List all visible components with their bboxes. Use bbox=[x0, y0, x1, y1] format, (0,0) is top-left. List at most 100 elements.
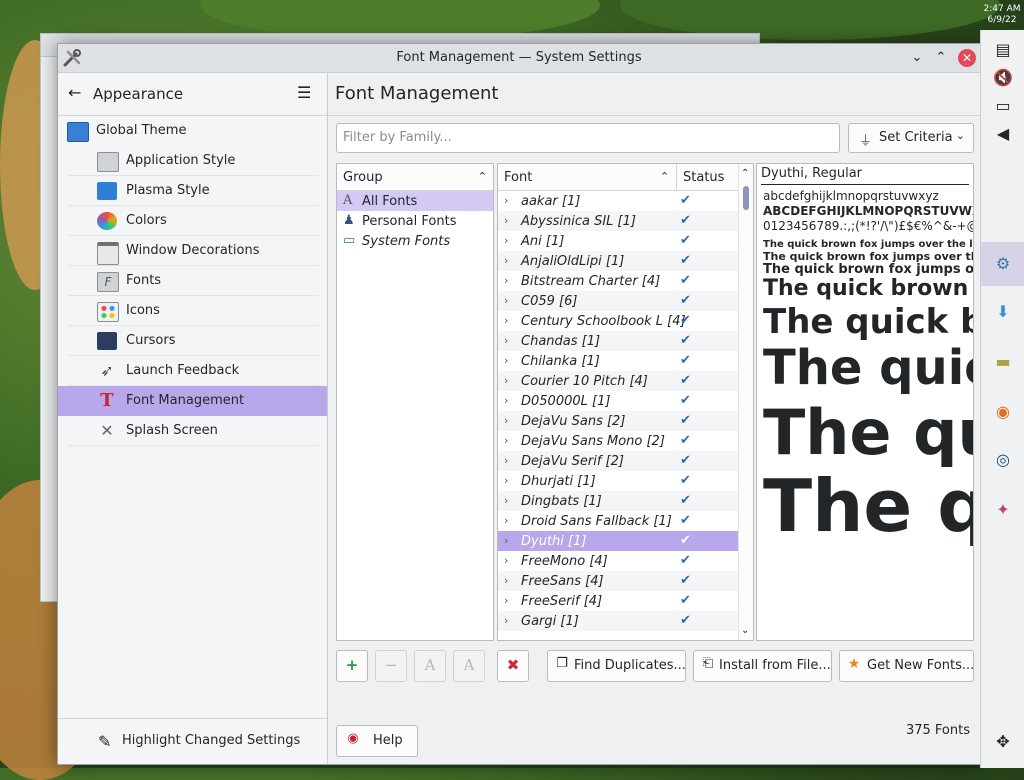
enabled-check-icon[interactable]: ✔ bbox=[680, 453, 691, 468]
enabled-check-icon[interactable]: ✔ bbox=[680, 333, 691, 348]
scrollbar-thumb[interactable] bbox=[743, 186, 749, 210]
expand-chevron-icon[interactable]: › bbox=[504, 274, 508, 287]
sidebar-item-plasma-style[interactable]: Plasma Style bbox=[58, 176, 327, 206]
expand-chevron-icon[interactable]: › bbox=[504, 254, 508, 267]
enabled-check-icon[interactable]: ✔ bbox=[680, 433, 691, 448]
enabled-check-icon[interactable]: ✔ bbox=[680, 593, 691, 608]
enabled-check-icon[interactable]: ✔ bbox=[680, 533, 691, 548]
font-list-item[interactable]: › DejaVu Serif [2] ✔ bbox=[498, 451, 738, 471]
delete-font-button[interactable]: ✖ bbox=[497, 650, 529, 682]
font-list-item[interactable]: › Courier 10 Pitch [4] ✔ bbox=[498, 371, 738, 391]
enable-font-button[interactable]: A bbox=[414, 650, 446, 682]
enabled-check-icon[interactable]: ✔ bbox=[680, 493, 691, 508]
install-from-file-button[interactable]: ⎗ Install from File... bbox=[693, 650, 832, 682]
filter-by-family-field[interactable] bbox=[336, 123, 840, 153]
expand-chevron-icon[interactable]: › bbox=[504, 214, 508, 227]
downloads-icon[interactable]: ⬇ bbox=[989, 298, 1017, 326]
font-list-item[interactable]: › Droid Sans Fallback [1] ✔ bbox=[498, 511, 738, 531]
expand-chevron-icon[interactable]: › bbox=[504, 474, 508, 487]
maximize-button[interactable]: ⌃ bbox=[932, 49, 950, 67]
sidebar-item-icons[interactable]: Icons bbox=[58, 296, 327, 326]
enabled-check-icon[interactable]: ✔ bbox=[680, 253, 691, 268]
group-personal-fonts[interactable]: ♟ Personal Fonts bbox=[337, 211, 493, 231]
expand-chevron-icon[interactable]: › bbox=[504, 554, 508, 567]
sidebar-item-window-decorations[interactable]: Window Decorations bbox=[58, 236, 327, 266]
display-icon[interactable]: ▭ bbox=[989, 92, 1017, 120]
font-list-item[interactable]: › DejaVu Sans Mono [2] ✔ bbox=[498, 431, 738, 451]
expand-chevron-icon[interactable]: › bbox=[504, 374, 508, 387]
font-list-item[interactable]: › FreeSans [4] ✔ bbox=[498, 571, 738, 591]
add-font-button[interactable]: + bbox=[336, 650, 368, 682]
font-list-item[interactable]: › DejaVu Sans [2] ✔ bbox=[498, 411, 738, 431]
expand-chevron-icon[interactable]: › bbox=[504, 494, 508, 507]
volume-muted-icon[interactable]: 🔇 bbox=[989, 64, 1017, 92]
close-button[interactable]: ✕ bbox=[958, 49, 976, 67]
expand-chevron-icon[interactable]: › bbox=[504, 354, 508, 367]
enabled-check-icon[interactable]: ✔ bbox=[680, 233, 691, 248]
enabled-check-icon[interactable]: ✔ bbox=[680, 473, 691, 488]
disable-font-button[interactable]: A bbox=[453, 650, 485, 682]
expand-arrow-icon[interactable]: ◀ bbox=[989, 120, 1017, 148]
titlebar[interactable]: Font Management — System Settings ⌄ ⌃ ✕ bbox=[58, 44, 980, 73]
font-list-item[interactable]: › Dyuthi [1] ✔ bbox=[498, 531, 738, 551]
font-list-item[interactable]: › FreeMono [4] ✔ bbox=[498, 551, 738, 571]
highlight-changed-settings-button[interactable]: ✎ Highlight Changed Settings bbox=[58, 718, 327, 764]
expand-chevron-icon[interactable]: › bbox=[504, 194, 508, 207]
expand-chevron-icon[interactable]: › bbox=[504, 434, 508, 447]
font-list-scrollbar[interactable]: ⌃ ⌄ bbox=[738, 164, 753, 640]
enabled-check-icon[interactable]: ✔ bbox=[680, 313, 691, 328]
font-list-item[interactable]: › Century Schoolbook L [4] ✔ bbox=[498, 311, 738, 331]
font-list-item[interactable]: › D050000L [1] ✔ bbox=[498, 391, 738, 411]
font-column-header[interactable]: Font ⌃ Status bbox=[498, 164, 753, 191]
enabled-check-icon[interactable]: ✔ bbox=[680, 373, 691, 388]
filter-input[interactable] bbox=[337, 124, 839, 150]
font-list-item[interactable]: › aakar [1] ✔ bbox=[498, 191, 738, 211]
font-list-item[interactable]: › Gargi [1] ✔ bbox=[498, 611, 738, 631]
group-column-header[interactable]: Group ⌃ bbox=[337, 164, 493, 191]
sidebar-item-launch-feedback[interactable]: ➶ Launch Feedback bbox=[58, 356, 327, 386]
enabled-check-icon[interactable]: ✔ bbox=[680, 193, 691, 208]
back-arrow-icon[interactable]: ← bbox=[68, 84, 86, 102]
sidebar-item-application-style[interactable]: Application Style bbox=[58, 146, 327, 176]
enabled-check-icon[interactable]: ✔ bbox=[680, 353, 691, 368]
expand-chevron-icon[interactable]: › bbox=[504, 534, 508, 547]
enabled-check-icon[interactable]: ✔ bbox=[680, 393, 691, 408]
move-arrows-icon[interactable]: ✥ bbox=[989, 728, 1017, 756]
enabled-check-icon[interactable]: ✔ bbox=[680, 213, 691, 228]
enabled-check-icon[interactable]: ✔ bbox=[680, 553, 691, 568]
sidebar-item-font-management[interactable]: T Font Management bbox=[58, 386, 327, 416]
font-list-item[interactable]: › Chandas [1] ✔ bbox=[498, 331, 738, 351]
steam-icon[interactable]: ◎ bbox=[989, 446, 1017, 474]
hamburger-menu-icon[interactable]: ☰ bbox=[297, 84, 315, 102]
expand-chevron-icon[interactable]: › bbox=[504, 294, 508, 307]
get-new-fonts-button[interactable]: ★ Get New Fonts... bbox=[839, 650, 974, 682]
sidebar-item-global-theme[interactable]: Global Theme bbox=[58, 116, 327, 146]
font-list-item[interactable]: › Dingbats [1] ✔ bbox=[498, 491, 738, 511]
minimize-button[interactable]: ⌄ bbox=[908, 49, 926, 67]
firefox-icon[interactable]: ◉ bbox=[989, 398, 1017, 426]
enabled-check-icon[interactable]: ✔ bbox=[680, 273, 691, 288]
expand-chevron-icon[interactable]: › bbox=[504, 234, 508, 247]
game-launcher-icon[interactable]: ✦ bbox=[989, 496, 1017, 524]
enabled-check-icon[interactable]: ✔ bbox=[680, 613, 691, 628]
sidebar-item-fonts[interactable]: F Fonts bbox=[58, 266, 327, 296]
clipboard-icon[interactable]: ▤ bbox=[989, 36, 1017, 64]
font-list-item[interactable]: › C059 [6] ✔ bbox=[498, 291, 738, 311]
sidebar-item-splash-screen[interactable]: ✕ Splash Screen bbox=[58, 416, 327, 446]
enabled-check-icon[interactable]: ✔ bbox=[680, 573, 691, 588]
scroll-up-icon[interactable]: ⌃ bbox=[741, 168, 749, 179]
font-list-item[interactable]: › Bitstream Charter [4] ✔ bbox=[498, 271, 738, 291]
expand-chevron-icon[interactable]: › bbox=[504, 454, 508, 467]
find-duplicates-button[interactable]: ❐ Find Duplicates... bbox=[547, 650, 686, 682]
expand-chevron-icon[interactable]: › bbox=[504, 574, 508, 587]
scroll-down-icon[interactable]: ⌄ bbox=[741, 625, 749, 636]
expand-chevron-icon[interactable]: › bbox=[504, 514, 508, 527]
set-criteria-button[interactable]: ⏚ Set Criteria ⌄ bbox=[848, 123, 974, 153]
font-list-item[interactable]: › AnjaliOldLipi [1] ✔ bbox=[498, 251, 738, 271]
enabled-check-icon[interactable]: ✔ bbox=[680, 413, 691, 428]
expand-chevron-icon[interactable]: › bbox=[504, 414, 508, 427]
sidebar-category-title[interactable]: Appearance bbox=[93, 85, 183, 103]
system-settings-task-icon[interactable]: ⚙ bbox=[989, 250, 1017, 278]
archive-icon[interactable]: ▬ bbox=[989, 348, 1017, 376]
font-list-item[interactable]: › Dhurjati [1] ✔ bbox=[498, 471, 738, 491]
